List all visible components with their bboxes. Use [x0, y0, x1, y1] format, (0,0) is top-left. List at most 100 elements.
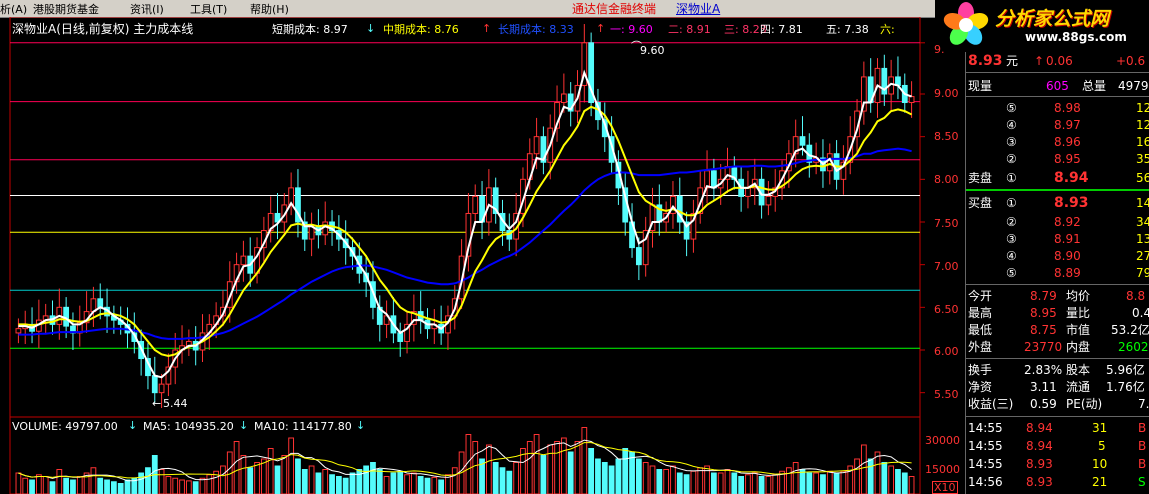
brand-logo: 分析家公式网 www.88gs.com [935, 0, 1149, 52]
tick-row: 14:55 8.93 10 B [968, 457, 1147, 471]
volume-bar [724, 469, 731, 494]
level-lines [10, 42, 920, 349]
volume-bar [635, 458, 642, 494]
buy-row-4: ④ 8.90 27 [1006, 249, 1149, 263]
volume-bar [547, 444, 554, 494]
low-annotation: 5.44 [163, 397, 188, 410]
buy-row-2: ② 8.92 34 [1006, 215, 1149, 229]
volume-bar [42, 476, 49, 494]
volume-bar [642, 462, 649, 494]
volume-bar [274, 465, 281, 494]
axis-label-6-00: 6.00 [934, 345, 959, 358]
quote-panel: 8.93 元 ↑ 0.06 +0.6 现量 605 总量 4979 ⑤ 8.98 1… [965, 52, 1149, 494]
level-2-label: 二: 8.91 [668, 23, 711, 36]
menu-item-analysis[interactable]: 析(A) [0, 1, 27, 17]
menu-item-hk-futures[interactable]: 港股期货基金 [33, 1, 99, 17]
ma5-volume-label: MA5: 104935.20 [143, 420, 234, 433]
volume-bar [70, 479, 76, 494]
menu-item-help[interactable]: 帮助(H) [250, 1, 289, 17]
candle-body [158, 383, 165, 394]
volume-bar [506, 470, 513, 494]
volume-bar [308, 465, 315, 494]
volume-bar [165, 476, 172, 494]
volume-bar [260, 458, 267, 494]
volume-bar [15, 472, 22, 494]
price-row: 8.93 元 ↑ 0.06 +0.6 [966, 53, 1149, 70]
menu-item-news[interactable]: 资讯(I) [130, 1, 164, 17]
volume-bar [485, 444, 492, 494]
volume-bar [813, 472, 820, 494]
volume-bar [63, 477, 70, 494]
volume-bar [492, 462, 499, 494]
volume-bar [595, 458, 601, 494]
level-1-label: 一: 9.60 [610, 23, 653, 36]
volume-bar [513, 462, 520, 494]
volume-bar [295, 458, 301, 494]
volume-bar [356, 469, 363, 494]
volume-bar [315, 472, 322, 494]
volume-bar [615, 458, 622, 494]
zongliang-label: 总量 [1082, 79, 1107, 93]
stock-link[interactable]: 深物业A [676, 0, 720, 17]
volume-bar [833, 472, 840, 494]
volume-bar [138, 472, 145, 494]
candle-body [240, 255, 247, 266]
volume-bar [158, 469, 165, 494]
volume-bar [622, 448, 629, 494]
volume-bar [867, 458, 874, 494]
volume-bar [370, 462, 376, 494]
brand-url: www.88gs.com [1025, 30, 1127, 44]
volume-bar [49, 481, 56, 494]
volume-bar [772, 474, 779, 494]
volume-bar [267, 448, 274, 494]
candles [15, 24, 915, 409]
volume-bar [874, 451, 881, 494]
tick-row: 14:55 8.94 31 B [968, 421, 1147, 435]
menu-item-tools[interactable]: 工具(T) [190, 1, 227, 17]
volume-summary-row: 现量 605 总量 4979 [966, 78, 1149, 95]
volume-bar [199, 477, 206, 494]
volume-bar [608, 465, 615, 494]
volume-bar [233, 441, 240, 494]
volume-bar [322, 469, 329, 494]
volume-bar [567, 451, 574, 494]
volume-bar [806, 472, 813, 494]
vol-axis-label-30000: 30000 [925, 434, 960, 447]
volume-bar [738, 476, 745, 494]
volume-bar [35, 474, 42, 494]
high-annotation: 9.60 [640, 44, 665, 57]
volume-bar [240, 455, 247, 494]
long-cost-line [18, 147, 912, 340]
volume-bar [145, 467, 151, 494]
volume-bar [533, 434, 540, 494]
candle-body [63, 306, 70, 327]
candle-body [710, 170, 717, 189]
ma10-arrow-icon: ↓ [356, 419, 366, 432]
volume-bar [820, 474, 826, 494]
volume-bar [588, 448, 595, 494]
volume-bar [185, 480, 192, 494]
candle-body [533, 136, 540, 155]
volume-bar [758, 476, 765, 494]
volume-bar [656, 469, 663, 494]
short-cost-arrow-icon: ↓ [366, 22, 376, 35]
volume-bar [472, 441, 479, 494]
long-cost-arrow-icon: ↑ [596, 22, 606, 35]
candle-body [472, 195, 479, 214]
stat-row-open: 今开 8.79 均价 8.8 [968, 289, 1146, 303]
axis-label-5-50: 5.50 [934, 388, 959, 401]
xianliang-value: 605 [1046, 79, 1069, 93]
volume-bar [56, 469, 63, 494]
price-change: 0.06 [1046, 54, 1073, 68]
volume-bar [390, 472, 397, 494]
volume-bar [670, 465, 676, 494]
stat-row-outer: 外盘 23770 内盘 2602 [968, 340, 1149, 354]
price-unit: 元 [1006, 54, 1019, 68]
volume-bar [697, 467, 704, 494]
sell-row-4: ④ 8.97 12 [1006, 118, 1149, 132]
volume-bar [206, 474, 213, 494]
candle-body [151, 375, 158, 394]
volume-bar [554, 441, 560, 494]
volume-bar [649, 465, 656, 494]
tick-row: 14:56 8.93 21 S [968, 475, 1146, 489]
